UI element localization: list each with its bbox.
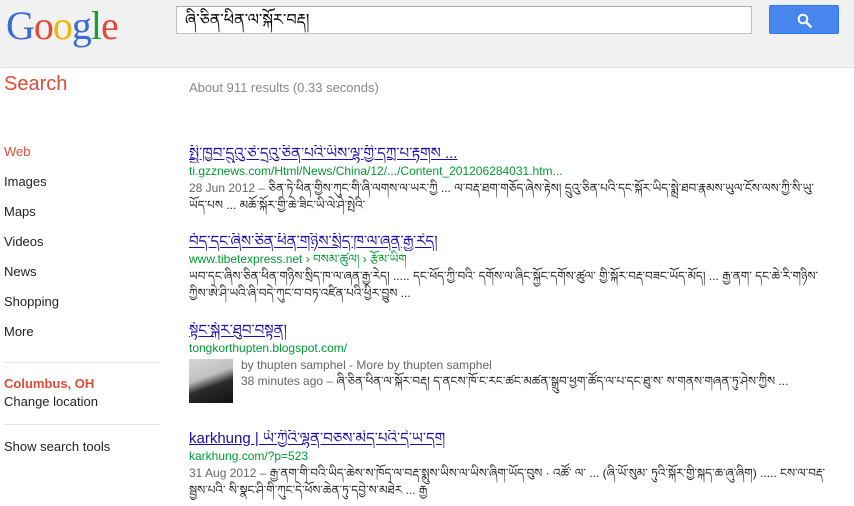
result-snippet-text: ཞི་ཅིན་ཕིན་ལ་སྐོར་བརྡ། ད་ནངས་ཁོ་ང་རང་ཚང་… [336,374,789,388]
logo-letter: e [101,3,119,48]
search-heading: Search [4,73,68,95]
result-title-link[interactable]: སྟོང་སྐོར་ཐུབ་བསྟན། [189,322,829,340]
nav-item-videos[interactable]: Videos [4,234,160,264]
location-title: Columbus, OH [4,376,95,391]
author-name[interactable]: by thupten samphel [241,358,346,372]
search-input[interactable]: ཞི་ཅིན་ཕིན་ལ་སྐོར་བརྡ། [176,6,752,34]
search-result: བོད་དང་ཞིས་ཅིན་ཕིན་གཉིས་སྲིད་ཁ་ལ་ཞན་རྒྱ་… [189,233,829,302]
logo-letter: G [6,3,35,48]
nav-item-shopping[interactable]: Shopping [4,294,160,324]
search-button[interactable] [769,5,839,34]
top-bar: Google ཞི་ཅིན་ཕིན་ལ་སྐོར་བརྡ། [0,0,854,68]
nav-divider [4,424,160,425]
result-snippet-text: རྒྱ་ནག་གི་བའི་ཡིད་ཆེས་ས་ཁོད་ལ་བརྡ་སྨུས་ཡ… [189,466,826,497]
result-title-link[interactable]: སྤྱི་ཁྱབ་དྲུའུ་ཅེ་དྲའུ་ཅིན་པའི་ཡིས་ལྷ་གྱ… [189,145,829,163]
search-icon [797,13,812,28]
result-snippet: 28 Jun 2012 – ཅིན་ཏེ་ཕིན་གྱིས་ཀུང་གི་ཞི་… [189,180,829,214]
search-result: karkhung | ཡོ་ཀྱིའི་ལྷན་བཅས་མེད་པའི་དེ་ཡ… [189,430,829,499]
change-location-link[interactable]: Change location [4,394,98,409]
result-url: karkhung.com/?p=523 [189,449,309,463]
result-snippet: 38 minutes ago – ཞི་ཅིན་ཕིན་ལ་སྐོར་བརྡ། … [241,373,831,390]
left-nav: Web Images Maps Videos News Shopping Mor… [4,144,160,425]
result-url: ti.gzznews.com/Html/News/China/12/.../Co… [189,164,563,178]
result-date: 38 minutes ago – [241,374,337,388]
result-snippet-text: ཅིན་ཏེ་ཕིན་གྱིས་ཀུང་གི་ཞི་ལགས་ལ་ཡར་ཀྱི .… [189,181,814,212]
logo-letter: o [33,3,54,48]
nav-item-news[interactable]: News [4,264,160,294]
logo-letter: o [52,3,73,48]
result-title-link[interactable]: karkhung | ཡོ་ཀྱིའི་ལྷན་བཅས་མེད་པའི་དེ་ཡ… [189,430,829,448]
search-result: སྤྱི་ཁྱབ་དྲུའུ་ཅེ་དྲའུ་ཅིན་པའི་ཡིས་ལྷ་གྱ… [189,145,829,214]
nav-item-maps[interactable]: Maps [4,204,160,234]
more-by-author-link[interactable]: - More by thupten samphel [346,358,492,372]
result-url[interactable]: www.tibetexpress.net › བསམ་ཚུལ། › རྩོམ་ཡ… [189,251,829,268]
logo-letter: l [90,3,102,48]
result-url: tongkorthupten.blogspot.com/ [189,341,348,355]
nav-item-more[interactable]: More [4,324,160,354]
result-body: by thupten samphel - More by thupten sam… [241,358,831,390]
result-snippet: ཡབ་དང་ཞིས་ཅིན་ཕིན་གཉིས་སྲིད་ཁ་ལ་ཞན་རྒྱ་ར… [189,269,819,300]
nav-item-web[interactable]: Web [4,144,160,174]
result-stats: About 911 results (0.33 seconds) [189,80,379,95]
result-date: 31 Aug 2012 – [189,466,270,480]
result-author-line: by thupten samphel - More by thupten sam… [241,358,831,373]
logo-letter: g [71,3,92,48]
result-title-link[interactable]: བོད་དང་ཞིས་ཅིན་ཕིན་གཉིས་སྲིད་ཁ་ལ་ཞན་རྒྱ་… [189,233,829,251]
nav-divider [4,362,160,363]
search-result: སྟོང་སྐོར་ཐུབ་བསྟན། tongkorthupten.blogs… [189,322,829,412]
author-avatar[interactable] [189,359,233,403]
result-snippet: 31 Aug 2012 – རྒྱ་ནག་གི་བའི་ཡིད་ཆེས་ས་ཁོ… [189,465,829,499]
show-search-tools-link[interactable]: Show search tools [4,439,110,454]
google-logo[interactable]: Google [6,3,119,49]
result-date: 28 Jun 2012 – [189,181,269,195]
nav-item-images[interactable]: Images [4,174,160,204]
